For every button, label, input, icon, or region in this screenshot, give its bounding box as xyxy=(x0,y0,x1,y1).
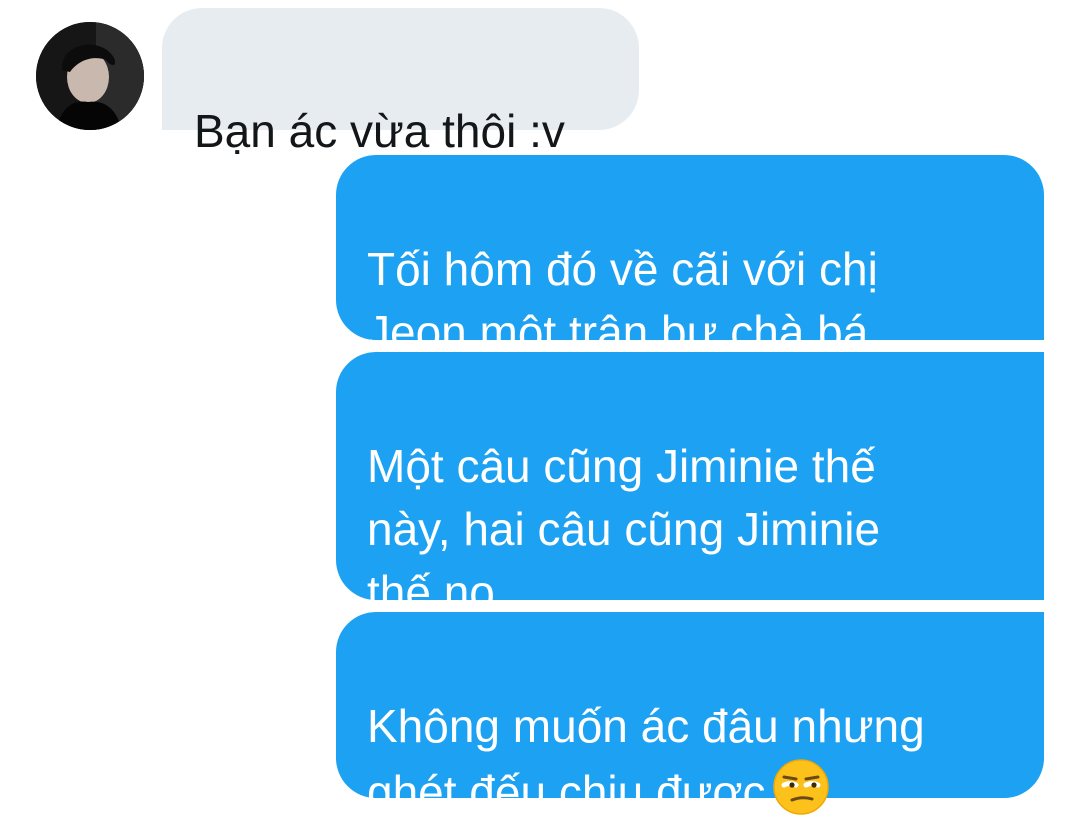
avatar-photo-icon xyxy=(36,22,144,130)
outgoing-message-text: Một câu cũng Jiminie thế này, hai câu cũ… xyxy=(367,440,881,618)
incoming-message-bubble[interactable]: Bạn ác vừa thôi :v xyxy=(162,8,639,157)
outgoing-message-bubble[interactable]: Một câu cũng Jiminie thế này, hai câu cũ… xyxy=(336,352,1044,618)
avatar[interactable] xyxy=(36,22,144,130)
incoming-message-text: Bạn ác vừa thôi :v xyxy=(194,105,565,157)
unamused-face-icon xyxy=(772,758,830,832)
outgoing-message-bubble[interactable]: Tối hôm đó về cãi với chị Jeon một trận … xyxy=(336,155,1044,358)
outgoing-message-text: Không muốn ác đâu nhưng ghét đếu chịu đư… xyxy=(367,700,925,818)
outgoing-message-bubble[interactable]: Không muốn ác đâu nhưng ghét đếu chịu đư… xyxy=(336,612,1044,818)
outgoing-message-text: Tối hôm đó về cãi với chị Jeon một trận … xyxy=(367,243,878,358)
